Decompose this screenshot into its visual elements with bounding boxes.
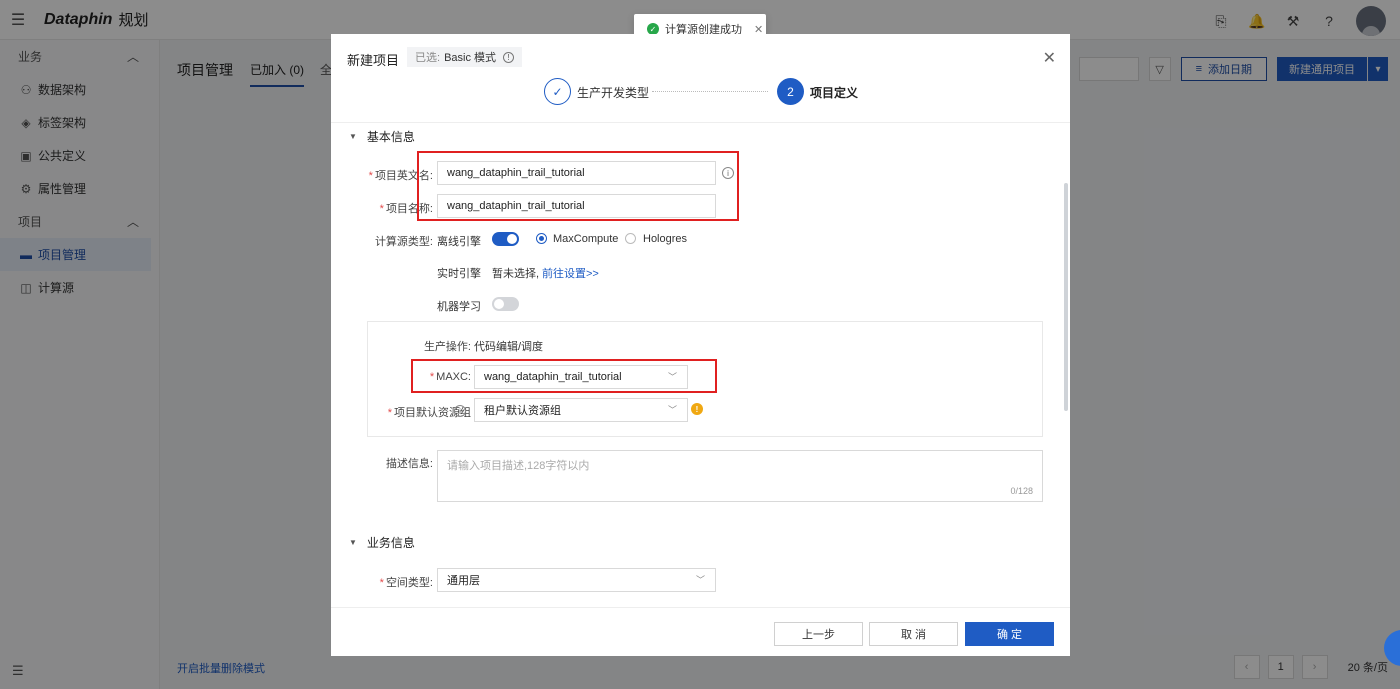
radio-hologres[interactable]	[625, 233, 636, 244]
description-textarea[interactable]: 请输入项目描述,128字符以内 0/128	[437, 450, 1043, 502]
realtime-none-text: 暂未选择,	[492, 268, 540, 280]
realtime-engine-label: 实时引擎	[437, 268, 481, 280]
dialog-body: ▼ 基本信息 * 项目英文名: wang_dataphin_trail_tutor…	[331, 122, 1070, 607]
check-icon: ✓	[544, 78, 571, 105]
resource-group-value: 租户默认资源组	[484, 405, 561, 417]
chevron-down-icon: ﹀	[667, 405, 677, 415]
prod-op-label: 生产操作:	[423, 341, 471, 353]
space-type-select[interactable]: 通用层 ﹀	[437, 568, 716, 592]
desc-label: 描述信息:	[385, 458, 433, 470]
caret-down-icon: ▼	[349, 132, 357, 141]
dialog-title: 新建项目	[347, 53, 400, 68]
mode-value: Basic 模式	[444, 52, 497, 64]
step-divider	[652, 91, 768, 92]
char-count: 0/128	[1010, 486, 1033, 496]
step-2-label: 项目定义	[810, 86, 859, 100]
required-mark: *	[379, 203, 384, 215]
dialog-footer: 上一步 取 消 确 定	[331, 607, 1070, 656]
ml-label: 机器学习	[437, 301, 481, 313]
scrollbar[interactable]	[1064, 183, 1068, 411]
resource-group-select[interactable]: 租户默认资源组 ﹀	[474, 398, 688, 422]
section-title: 业务信息	[366, 536, 415, 550]
prod-op-value: 代码编辑/调度	[474, 341, 544, 353]
section-basic-info[interactable]: ▼ 基本信息	[349, 128, 415, 145]
space-type-value: 通用层	[447, 575, 480, 587]
step-indicator: ✓ 生产开发类型 2 项目定义	[544, 78, 864, 106]
compute-type-label: 计算源类型:	[374, 236, 433, 248]
chevron-down-icon: ﹀	[695, 575, 705, 585]
ml-toggle[interactable]	[492, 297, 519, 311]
hologres-label[interactable]: Hologres	[643, 233, 687, 245]
close-icon[interactable]: ✕	[1043, 48, 1056, 68]
required-mark: *	[387, 407, 392, 419]
radio-maxcompute[interactable]	[536, 233, 547, 244]
step-2-number: 2	[777, 78, 804, 105]
new-project-dialog: 新建项目 已选: Basic 模式 ! ✕ ✓ 生产开发类型 2 项目定义 ▼ …	[331, 34, 1070, 656]
highlight-box-maxc	[411, 359, 717, 393]
confirm-button[interactable]: 确 定	[965, 622, 1054, 646]
maxcompute-label[interactable]: MaxCompute	[553, 233, 618, 245]
offline-engine-toggle[interactable]	[492, 232, 519, 246]
space-type-label: * 空间类型:	[361, 574, 433, 590]
section-title: 基本信息	[366, 130, 415, 144]
section-business-info[interactable]: ▼ 业务信息	[349, 534, 415, 551]
mode-prefix: 已选:	[415, 52, 441, 64]
caret-down-icon: ▼	[349, 538, 357, 547]
realtime-settings-link[interactable]: 前往设置>>	[542, 265, 599, 281]
label-text: 空间类型:	[385, 577, 433, 589]
info-icon[interactable]: i	[454, 405, 466, 417]
desc-placeholder: 请输入项目描述,128字符以内	[447, 460, 590, 472]
warning-icon[interactable]: !	[691, 403, 703, 415]
mode-tag: 已选: Basic 模式 !	[407, 47, 523, 67]
highlight-box-names	[417, 151, 739, 221]
step-1-label: 生产开发类型	[577, 86, 650, 100]
offline-engine-label: 离线引擎	[437, 236, 481, 248]
info-icon[interactable]: !	[503, 51, 515, 63]
required-mark: *	[368, 170, 373, 182]
prev-step-button[interactable]: 上一步	[774, 622, 863, 646]
cancel-button[interactable]: 取 消	[869, 622, 958, 646]
required-mark: *	[379, 577, 384, 589]
